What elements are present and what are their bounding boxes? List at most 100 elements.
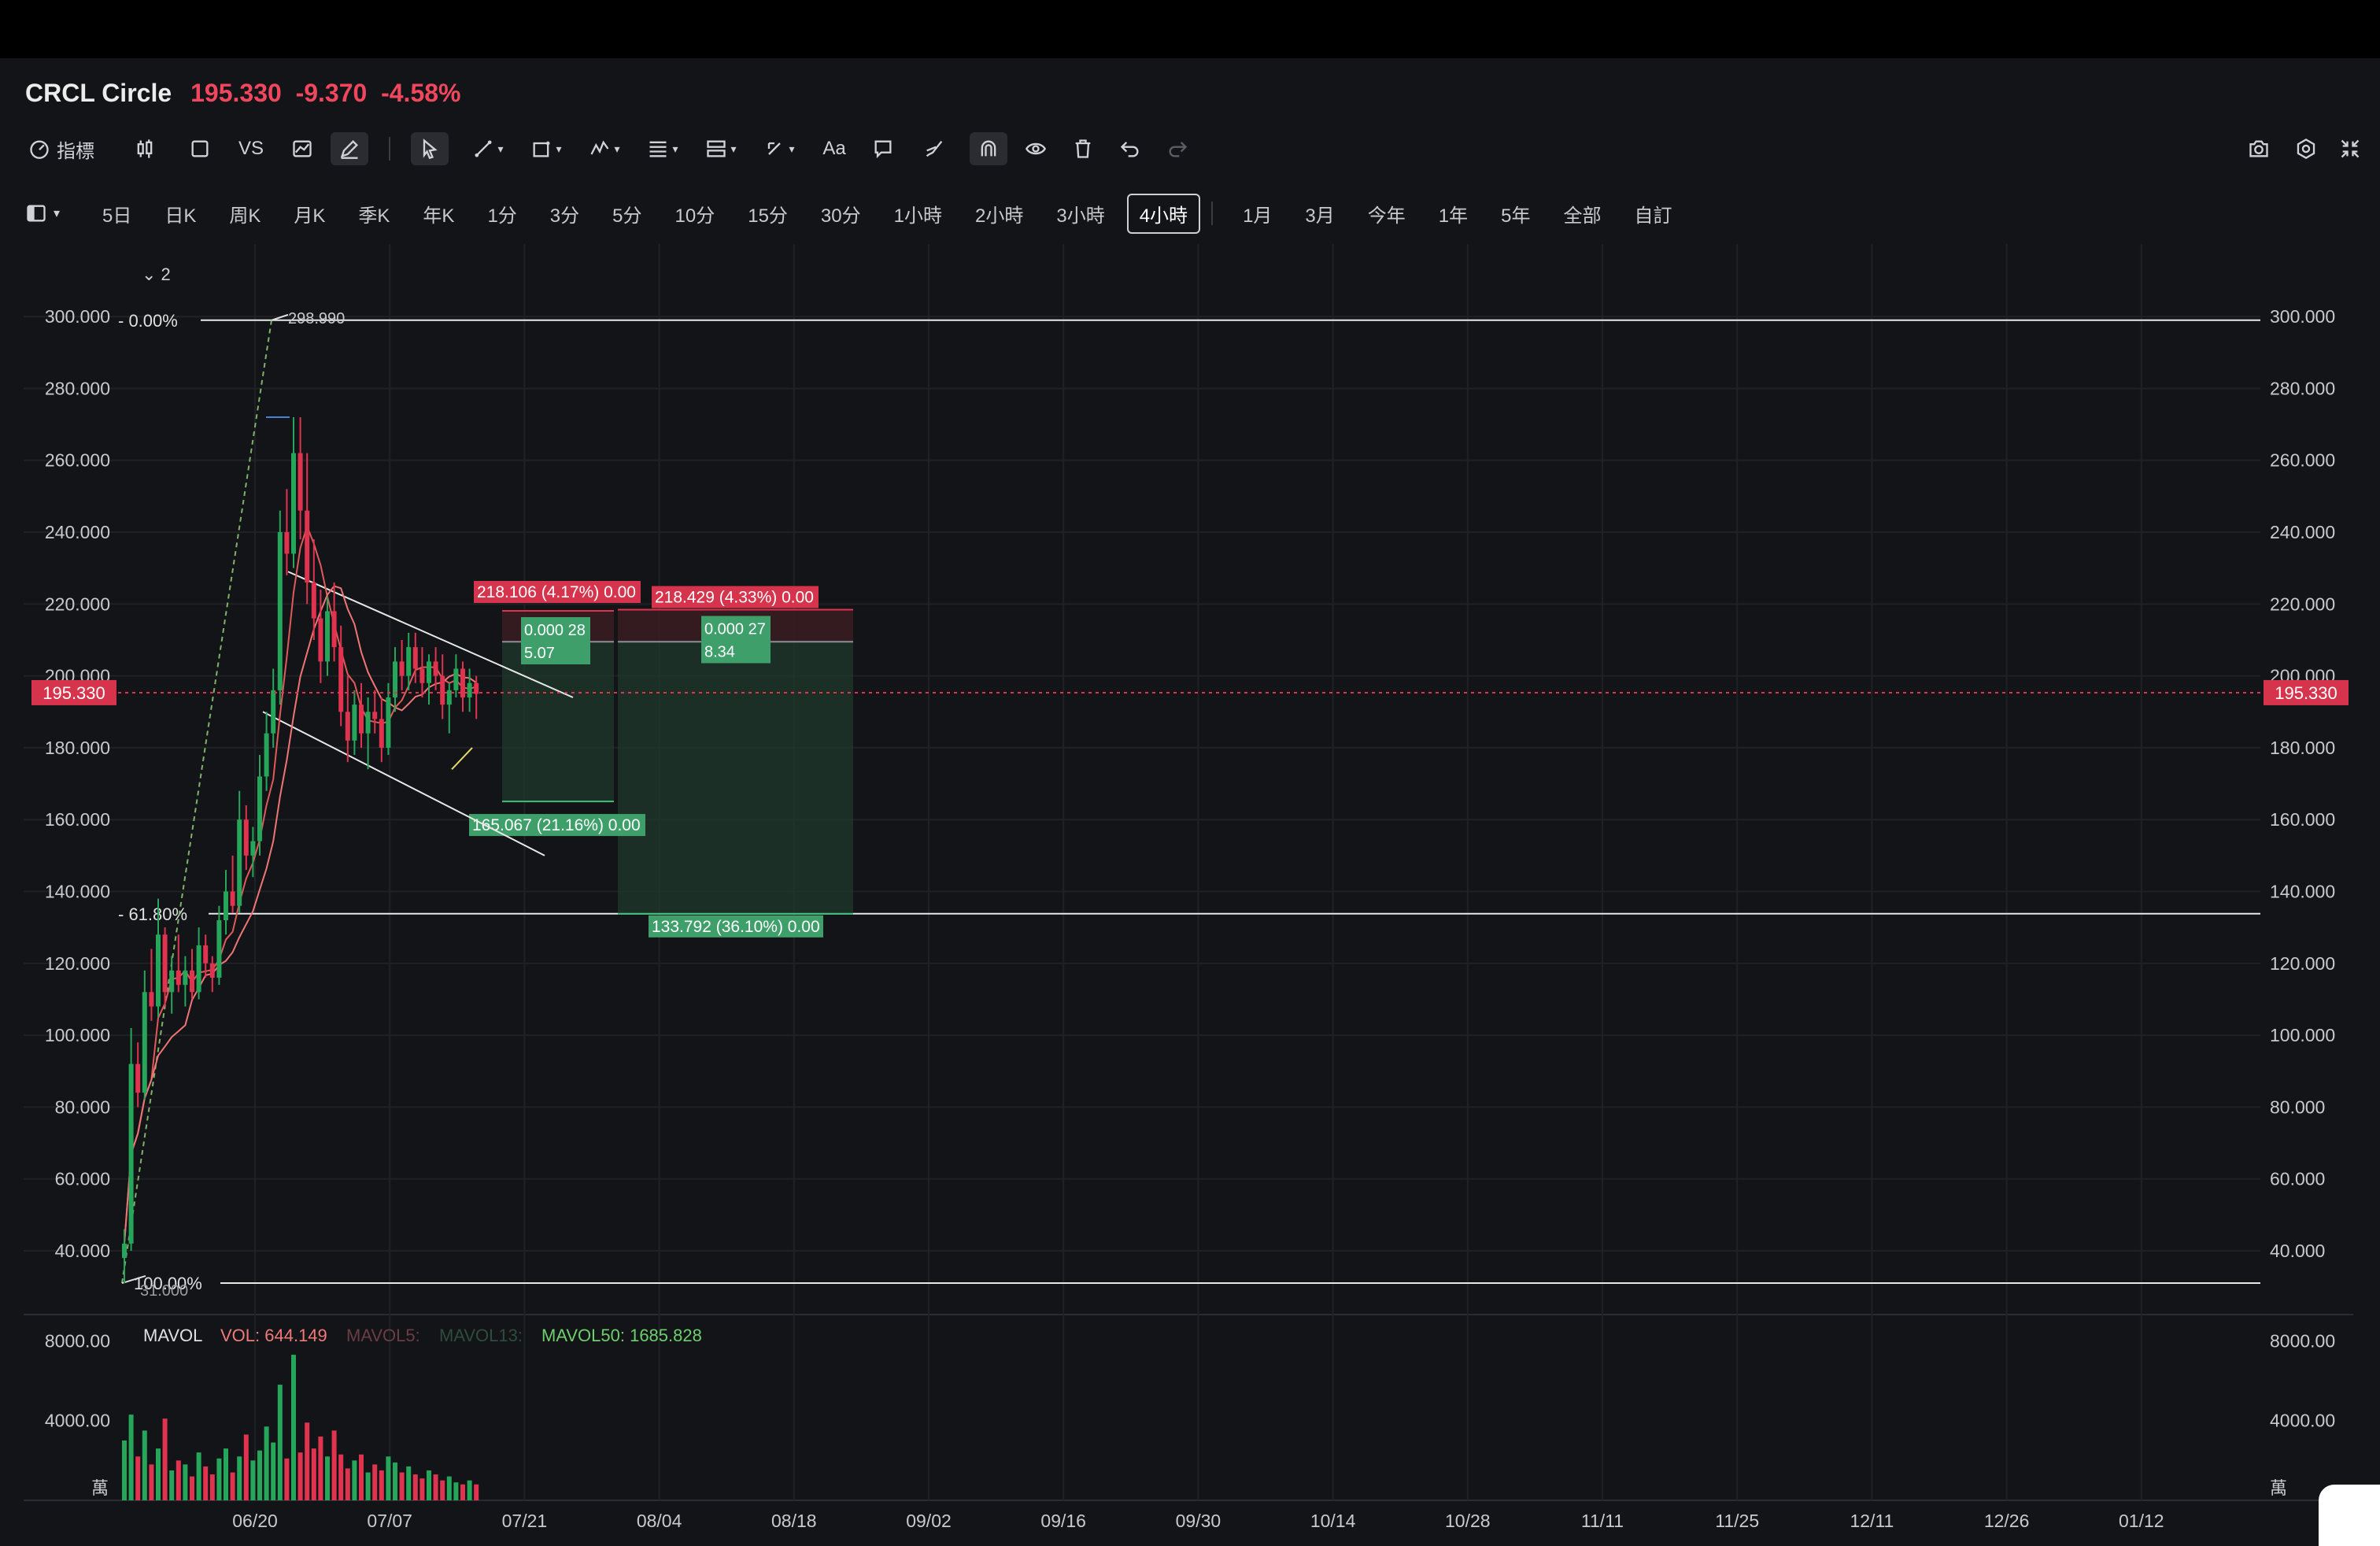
candle-body [277, 532, 283, 690]
volume-bar [257, 1450, 262, 1500]
position-info-line2-1: 8.34 [704, 643, 735, 660]
price-chart[interactable]: 300.000 300.000 280.000 280.000 260.000 260.0… [0, 0, 2380, 1546]
mavol50-label: MAVOL50: 1685.828 [541, 1326, 702, 1345]
high-label: 298.990 [288, 310, 345, 327]
volume-bar [250, 1460, 256, 1500]
candle-body [142, 992, 147, 1093]
price-tick-left: 80.000 [55, 1097, 110, 1117]
small-drawing [451, 747, 473, 770]
volume-bar [237, 1456, 242, 1500]
price-tick-left: 60.000 [55, 1169, 110, 1189]
price-tick-right: 280.000 [2270, 378, 2335, 398]
stop-label-1: 218.429 (4.33%) 0.00 [655, 588, 814, 606]
volume-bar [224, 1448, 228, 1500]
volume-bar [393, 1462, 397, 1500]
candle-body [318, 618, 323, 662]
volume-bar [203, 1466, 209, 1500]
volume-unit-left: 萬 [91, 1478, 109, 1498]
low-label: 31.000 [140, 1282, 188, 1300]
price-tick-right: 120.000 [2270, 953, 2335, 974]
volume-bar [230, 1472, 235, 1500]
price-tick-right: 300.000 [2270, 306, 2335, 327]
mavol13-label: MAVOL13: [439, 1326, 523, 1345]
candle-body [291, 453, 296, 554]
volume-bar [183, 1464, 188, 1500]
volume-bar [291, 1355, 296, 1500]
candle-body [162, 934, 168, 993]
date-tick: 09/16 [1040, 1511, 1086, 1531]
volume-tick-right: 4000.00 [2270, 1411, 2335, 1431]
volume-bar [311, 1448, 316, 1500]
candle-body [372, 712, 378, 719]
candle-body [122, 1243, 127, 1259]
price-tick-right: 240.000 [2270, 522, 2335, 542]
price-tick-right: 220.000 [2270, 594, 2335, 614]
volume-bar [365, 1472, 371, 1500]
price-tick-right: 260.000 [2270, 450, 2335, 471]
volume-bar [318, 1436, 323, 1500]
volume-bar [271, 1442, 276, 1500]
volume-bar [453, 1482, 459, 1500]
volume-bar [298, 1452, 303, 1500]
volume-bar [196, 1452, 201, 1500]
price-tick-left: 140.000 [45, 882, 110, 902]
price-tick-right: 140.000 [2270, 882, 2335, 902]
candle-body [149, 992, 154, 1007]
volume-bar [176, 1460, 181, 1500]
date-tick: 12/11 [1850, 1511, 1894, 1531]
price-tick-right: 160.000 [2270, 809, 2335, 830]
candle-body [135, 1063, 141, 1093]
target-label-1: 133.792 (36.10%) 0.00 [652, 918, 820, 936]
date-tick: 08/04 [637, 1511, 682, 1531]
volume-indicator-label: MAVOL [143, 1326, 202, 1345]
volume-bar [412, 1474, 418, 1500]
position-info-line2-0: 5.07 [524, 645, 555, 662]
volume-bar [156, 1448, 161, 1500]
price-tick-right: 60.000 [2270, 1169, 2325, 1189]
candle-body [365, 712, 371, 734]
high-connector [271, 313, 289, 321]
volume-bar [338, 1454, 344, 1500]
candle-body [311, 582, 316, 619]
volume-tick-left: 8000.00 [45, 1330, 110, 1351]
price-tick-left: 160.000 [45, 809, 110, 830]
volume-bar [128, 1415, 134, 1500]
volume-bar [277, 1385, 283, 1500]
volume-bar [331, 1430, 337, 1500]
candle-body [331, 611, 337, 648]
candle-body [325, 611, 330, 662]
price-tick-right: 40.000 [2270, 1241, 2325, 1261]
candle-body [250, 841, 256, 856]
volume-tick-left: 4000.00 [45, 1411, 110, 1431]
last-price-label-left: 195.330 [42, 683, 105, 703]
price-tick-right: 80.000 [2270, 1097, 2325, 1117]
volume-bar [284, 1458, 290, 1500]
position-info-line1-1: 0.000 27 [704, 620, 766, 638]
volume-bar [460, 1484, 465, 1500]
volume-bar [216, 1458, 222, 1500]
date-tick: 06/20 [232, 1511, 278, 1531]
volume-bar [399, 1472, 405, 1500]
candle-body [176, 970, 181, 986]
date-tick: 11/25 [1715, 1511, 1759, 1531]
candle-body [399, 661, 405, 676]
price-tick-right: 180.000 [2270, 738, 2335, 758]
candle-body [345, 712, 350, 741]
volume-bar [440, 1480, 445, 1500]
volume-bar [427, 1470, 431, 1500]
candle-body [359, 705, 364, 734]
volume-bar [474, 1484, 479, 1500]
volume-bar [406, 1466, 412, 1500]
target-zone-1 [618, 642, 853, 914]
volume-bar [433, 1474, 438, 1500]
candle-body [298, 453, 303, 511]
floating-widget[interactable] [2319, 1485, 2380, 1546]
date-tick: 11/11 [1581, 1511, 1624, 1531]
volume-bar [135, 1456, 141, 1500]
position-info-line1-0: 0.000 28 [524, 622, 586, 639]
candle-body [338, 647, 344, 712]
volume-bar [122, 1441, 127, 1500]
candle-body [433, 661, 438, 676]
candle-body [230, 891, 235, 906]
price-tick-left: 220.000 [45, 594, 110, 614]
